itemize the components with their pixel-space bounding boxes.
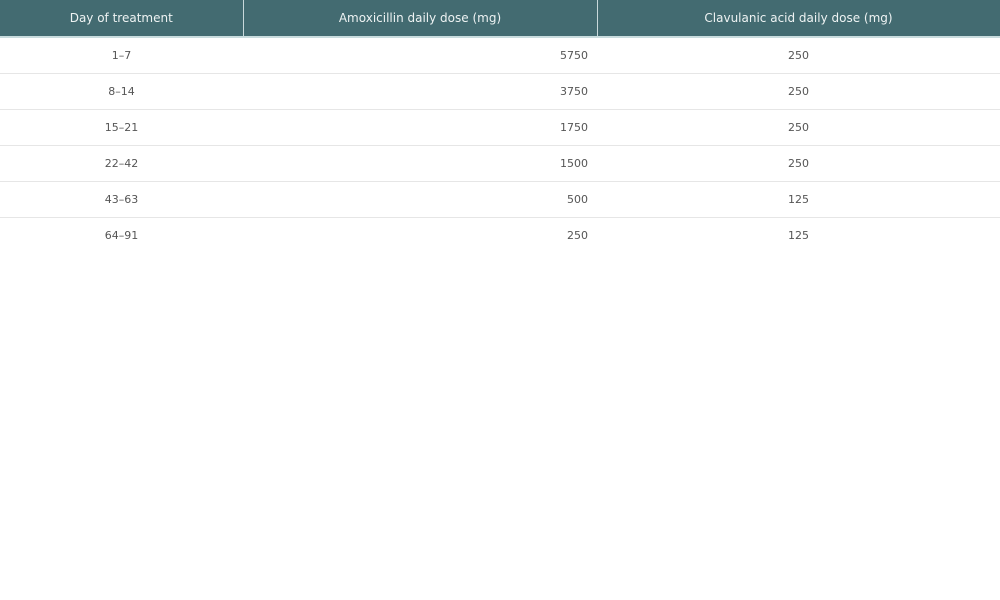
cell-day: 64–91 [104,228,139,242]
cell-clavulanic: 250 [597,37,1000,74]
cell-clavulanic: 125 [597,181,1000,218]
cell-clavulanic: 250 [597,145,1000,182]
header-amoxicillin-dose: Amoxicillin daily dose (mg) [243,0,598,38]
cell-clavulanic: 250 [597,73,1000,110]
table-row: 8–14 3750 250 [0,73,1000,110]
cell-amoxicillin: 3750 [243,73,597,110]
cell-day: 22–42 [0,145,243,182]
table-row: 22–42 1500 250 [0,145,1000,182]
cell-day: 8–14 [0,73,243,110]
table-header: Day of treatment Amoxicillin daily dose … [0,0,1000,38]
cell-day: 15–21 [0,109,243,146]
table-row: 43–63 500 125 [0,181,1000,218]
dosing-schedule-table: Day of treatment Amoxicillin daily dose … [0,0,1000,253]
header-day-of-treatment: Day of treatment [0,0,244,38]
table-row: 64–91 250 125 [0,217,1000,253]
table-row: 1–7 5750 250 [0,37,1000,74]
header-row: Day of treatment Amoxicillin daily dose … [0,0,1000,38]
cell-amoxicillin: 250 [567,228,588,242]
cell-clavulanic: 250 [597,109,1000,146]
cell-clavulanic: 125 [788,228,809,242]
cell-day: 1–7 [0,37,243,74]
cell-amoxicillin: 1750 [243,109,597,146]
table-body: 1–7 5750 250 8–14 3750 250 15–21 1750 25… [0,37,1000,253]
cell-amoxicillin: 5750 [243,37,597,74]
cell-day: 43–63 [0,181,243,218]
table-row: 15–21 1750 250 [0,109,1000,146]
cell-amoxicillin: 1500 [243,145,597,182]
cell-amoxicillin: 500 [243,181,597,218]
header-clavulanic-acid-dose: Clavulanic acid daily dose (mg) [597,0,1000,38]
